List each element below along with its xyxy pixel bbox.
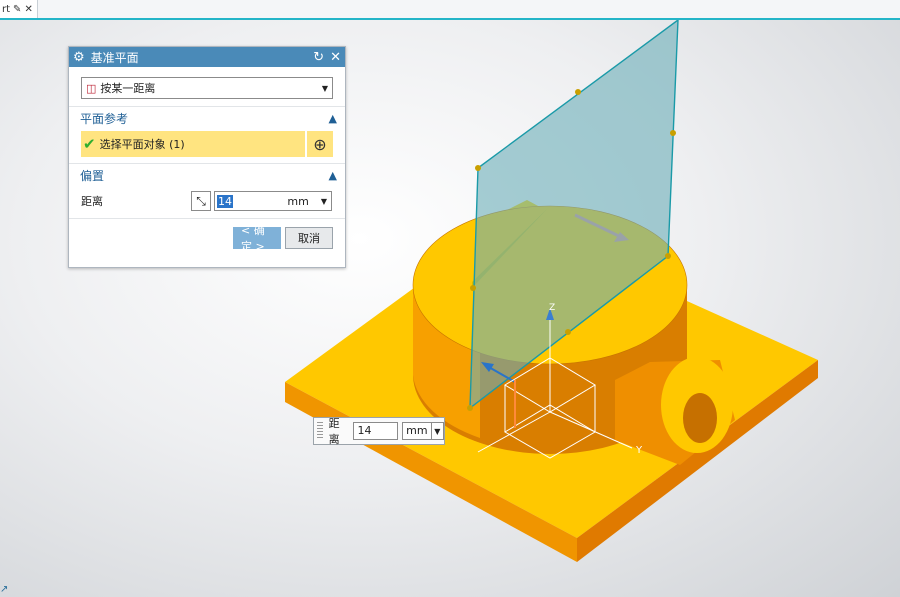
z-axis-label: Z [549, 303, 555, 313]
cancel-button[interactable]: 取消 [285, 227, 333, 249]
lug-hole [683, 393, 717, 443]
dialog-title: 基准平面 [90, 50, 139, 65]
reset-icon[interactable]: ↻ [313, 50, 324, 65]
plane-handle[interactable] [670, 130, 676, 136]
distance-input[interactable]: 14 mm ▼ [214, 191, 332, 211]
offset-title: 偏置 [80, 168, 105, 183]
select-object-label: 选择平面对象 (1) [99, 138, 185, 151]
tab-label: rt [2, 3, 11, 15]
offset-header[interactable]: 偏置 ▲ [69, 164, 345, 186]
plane-handle[interactable] [467, 405, 473, 411]
measure-icon[interactable]: ⤡ [191, 191, 211, 211]
type-section: ◫ 按某一距离 ▼ [69, 77, 345, 107]
select-object-field[interactable]: ✔ 选择平面对象 (1) [81, 131, 305, 157]
check-icon: ✔ [83, 135, 96, 153]
edit-icon: ✎ [13, 3, 22, 15]
chevron-down-icon[interactable]: ▼ [431, 422, 445, 440]
dialog-title-bar: ⚙ 基准平面 ↻ ✕ [69, 47, 345, 67]
floating-distance-unit[interactable]: mm [402, 422, 432, 440]
distance-unit: mm [287, 194, 309, 208]
plane-reference-header[interactable]: 平面参考 ▲ [69, 107, 345, 129]
plane-reference-section: 平面参考 ▲ ✔ 选择平面对象 (1) ⊕ [69, 107, 345, 164]
type-dropdown-value: 按某一距离 [100, 82, 156, 95]
distance-row: 距离 ⤡ 14 mm ▼ [81, 190, 333, 212]
dialog-buttons: < 确定 > 取消 [69, 219, 345, 253]
ok-button[interactable]: < 确定 > [233, 224, 281, 253]
type-dropdown[interactable]: ◫ 按某一距离 ▼ [81, 77, 333, 99]
chevron-down-icon: ▼ [321, 83, 328, 93]
close-icon[interactable]: ✕ [24, 4, 32, 15]
offset-section: 偏置 ▲ 距离 ⤡ 14 mm ▼ [69, 164, 345, 219]
floating-distance-value[interactable]: 14 [353, 422, 399, 440]
gear-icon[interactable]: ⚙ [73, 50, 85, 65]
plane-reference-title: 平面参考 [80, 111, 129, 126]
distance-value[interactable]: 14 [217, 194, 233, 208]
viewport-corner-icon: ↗ [0, 584, 9, 595]
plane-handle[interactable] [575, 89, 581, 95]
chevron-down-icon[interactable]: ▼ [321, 197, 327, 206]
close-icon[interactable]: ✕ [330, 50, 341, 65]
plane-type-icon: ◫ [86, 81, 97, 95]
document-tab[interactable]: rt ✎ ✕ [0, 0, 38, 18]
floating-distance-input: 距离 14 mm ▼ [313, 417, 445, 446]
chevron-up-icon: ▲ [328, 168, 337, 182]
floating-distance-label: 距离 [328, 417, 340, 446]
y-axis-label: Y [635, 445, 643, 456]
chevron-up-icon: ▲ [328, 111, 337, 125]
drag-handle[interactable] [317, 422, 323, 440]
plane-handle[interactable] [565, 329, 571, 335]
tab-bar: rt ✎ ✕ [0, 0, 900, 20]
select-object-row[interactable]: ✔ 选择平面对象 (1) ⊕ [81, 131, 333, 157]
plane-handle[interactable] [475, 165, 481, 171]
plane-handle[interactable] [665, 253, 671, 259]
crosshair-icon[interactable]: ⊕ [307, 131, 333, 157]
plane-handle[interactable] [470, 285, 476, 291]
distance-label: 距离 [81, 195, 103, 208]
datum-plane-dialog: ⚙ 基准平面 ↻ ✕ ◫ 按某一距离 ▼ 平面参考 ▲ ✔ 选择平面对象 (1)… [68, 46, 346, 268]
